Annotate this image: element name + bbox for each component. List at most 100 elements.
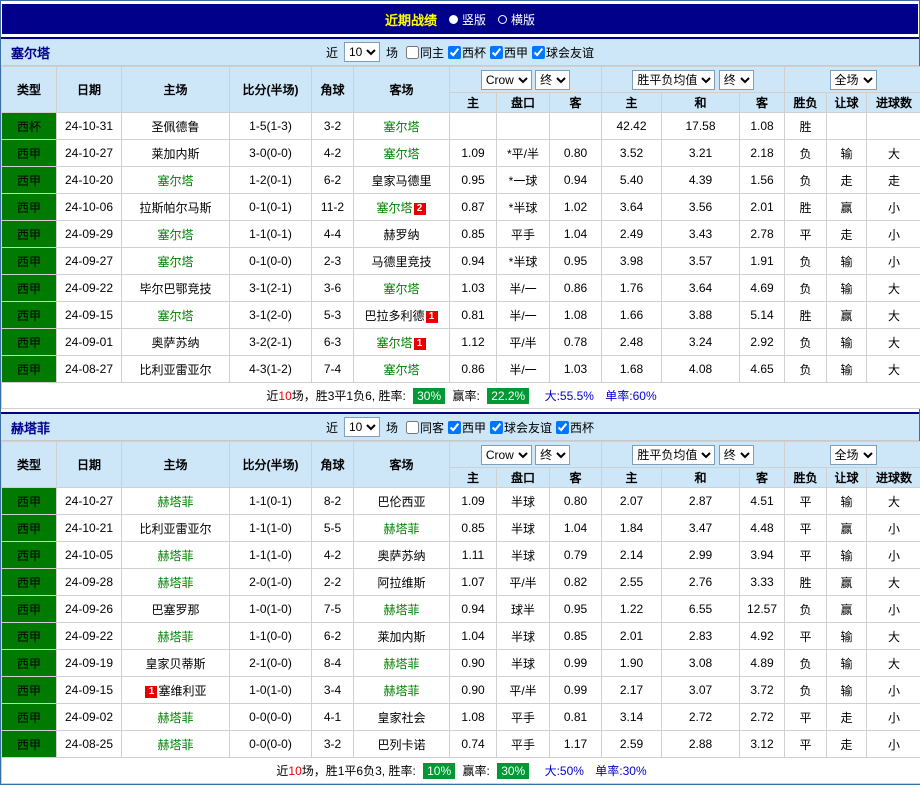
- scope-select[interactable]: 全场: [830, 445, 877, 465]
- red-card-badge: 1: [426, 311, 438, 323]
- result-cell: 负: [785, 356, 827, 383]
- score-cell: 2-0(1-0): [230, 569, 312, 596]
- team-link[interactable]: 莱加内斯: [377, 630, 425, 644]
- recent-count-select[interactable]: 10: [344, 42, 380, 62]
- avg-type-select[interactable]: 胜平负均值: [632, 445, 715, 465]
- team-link[interactable]: 塞尔塔: [376, 336, 412, 350]
- corners-cell: 4-4: [312, 221, 354, 248]
- team-link[interactable]: 拉斯帕尔马斯: [139, 201, 211, 215]
- team-link[interactable]: 比利亚雷亚尔: [139, 363, 211, 377]
- checkbox-icon[interactable]: [490, 46, 503, 59]
- team-link[interactable]: 赫塔菲: [157, 738, 193, 752]
- team-name-title[interactable]: 塞尔塔: [11, 43, 50, 62]
- checkbox-icon[interactable]: [406, 421, 419, 434]
- team-link[interactable]: 赫塔菲: [383, 657, 419, 671]
- handicap-cell: *一球: [497, 167, 550, 194]
- avg-draw-cell: 3.24: [662, 329, 740, 356]
- filter-checkbox-item[interactable]: 同客: [406, 419, 444, 436]
- team-link[interactable]: 巴列卡诺: [377, 738, 425, 752]
- team-link[interactable]: 塞尔塔: [383, 282, 419, 296]
- team-link[interactable]: 奥萨苏纳: [377, 549, 425, 563]
- team-link[interactable]: 莱加内斯: [151, 147, 199, 161]
- team-name-title[interactable]: 赫塔菲: [11, 418, 50, 437]
- team-link[interactable]: 赫塔菲: [157, 549, 193, 563]
- checkbox-icon[interactable]: [448, 421, 461, 434]
- filter-checkbox-item[interactable]: 同主: [406, 44, 444, 61]
- filter-checkbox-item[interactable]: 西杯: [556, 419, 594, 436]
- team-link[interactable]: 马德里竞技: [371, 255, 431, 269]
- avg-draw-cell: 4.08: [662, 356, 740, 383]
- avg-type-select[interactable]: 胜平负均值: [632, 70, 715, 90]
- team-link[interactable]: 赫塔菲: [157, 576, 193, 590]
- checkbox-icon[interactable]: [556, 421, 569, 434]
- goals-result-cell: 小: [867, 731, 920, 758]
- home-team-cell: 比利亚雷亚尔: [122, 515, 230, 542]
- team-link[interactable]: 皇家马德里: [371, 174, 431, 188]
- corners-cell: 6-3: [312, 329, 354, 356]
- avg-final-select[interactable]: 终: [719, 445, 754, 465]
- team-link[interactable]: 赫塔菲: [383, 522, 419, 536]
- odds-home-cell: 0.94: [450, 596, 497, 623]
- red-card-badge: 2: [414, 203, 426, 215]
- checkbox-icon[interactable]: [532, 46, 545, 59]
- team-link[interactable]: 塞维利亚: [158, 684, 206, 698]
- result-cell: 平: [785, 515, 827, 542]
- team-link[interactable]: 赫塔菲: [157, 711, 193, 725]
- team-link[interactable]: 圣佩德鲁: [151, 120, 199, 134]
- team-link[interactable]: 比利亚雷亚尔: [139, 522, 211, 536]
- odds-final-select[interactable]: 终: [535, 70, 570, 90]
- team-link[interactable]: 皇家社会: [377, 711, 425, 725]
- avg-final-select[interactable]: 终: [719, 70, 754, 90]
- team-link[interactable]: 塞尔塔: [383, 147, 419, 161]
- team-link[interactable]: 赫罗纳: [383, 228, 419, 242]
- goals-result-cell: 走: [867, 167, 920, 194]
- recent-count-select[interactable]: 10: [344, 417, 380, 437]
- checkbox-icon[interactable]: [448, 46, 461, 59]
- filter-checkbox-item[interactable]: 球会友谊: [490, 419, 552, 436]
- handicap-result-cell: 赢: [827, 194, 867, 221]
- team-link[interactable]: 塞尔塔: [376, 201, 412, 215]
- corners-cell: 3-2: [312, 113, 354, 140]
- home-team-cell: 赫塔菲: [122, 731, 230, 758]
- avg-draw-cell: 2.88: [662, 731, 740, 758]
- team-link[interactable]: 赫塔菲: [157, 495, 193, 509]
- team-link[interactable]: 塞尔塔: [157, 255, 193, 269]
- team-link[interactable]: 塞尔塔: [157, 309, 193, 323]
- team-link[interactable]: 巴拉多利德: [364, 309, 424, 323]
- team-link[interactable]: 巴塞罗那: [151, 603, 199, 617]
- filter-checkbox-item[interactable]: 球会友谊: [532, 44, 594, 61]
- layout-radio-option[interactable]: 横版: [498, 11, 535, 28]
- team-link[interactable]: 赫塔菲: [383, 603, 419, 617]
- filter-checkbox-item[interactable]: 西甲: [448, 419, 486, 436]
- corners-cell: 6-2: [312, 623, 354, 650]
- checkbox-icon[interactable]: [490, 421, 503, 434]
- team-link[interactable]: 塞尔塔: [383, 120, 419, 134]
- score-cell: 0-0(0-0): [230, 704, 312, 731]
- handicap-result-cell: 走: [827, 704, 867, 731]
- layout-radio-selected[interactable]: 竖版: [449, 11, 486, 28]
- filter-checkbox-item[interactable]: 西杯: [448, 44, 486, 61]
- team-link[interactable]: 毕尔巴鄂竞技: [139, 282, 211, 296]
- team-link[interactable]: 赫塔菲: [383, 684, 419, 698]
- league-type-cell: 西甲: [2, 221, 57, 248]
- team-link[interactable]: 阿拉维斯: [377, 576, 425, 590]
- odds-source-select[interactable]: Crow: [481, 445, 532, 465]
- team-link[interactable]: 皇家贝蒂斯: [145, 657, 205, 671]
- checkbox-icon[interactable]: [406, 46, 419, 59]
- home-team-cell: 毕尔巴鄂竞技: [122, 275, 230, 302]
- odds-source-select[interactable]: Crow: [481, 70, 532, 90]
- team-link[interactable]: 塞尔塔: [157, 228, 193, 242]
- team-link[interactable]: 奥萨苏纳: [151, 336, 199, 350]
- team-link[interactable]: 巴伦西亚: [377, 495, 425, 509]
- handicap-result-cell: 走: [827, 731, 867, 758]
- team-link[interactable]: 塞尔塔: [383, 363, 419, 377]
- odds-home-cell: 1.08: [450, 704, 497, 731]
- team-link[interactable]: 塞尔塔: [157, 174, 193, 188]
- result-cell: 胜: [785, 194, 827, 221]
- filter-controls: 近 10 场 同主西杯西甲球会友谊: [326, 42, 594, 62]
- scope-select[interactable]: 全场: [830, 70, 877, 90]
- team-link[interactable]: 赫塔菲: [157, 630, 193, 644]
- away-team-cell: 赫塔菲: [354, 596, 450, 623]
- filter-checkbox-item[interactable]: 西甲: [490, 44, 528, 61]
- odds-final-select[interactable]: 终: [535, 445, 570, 465]
